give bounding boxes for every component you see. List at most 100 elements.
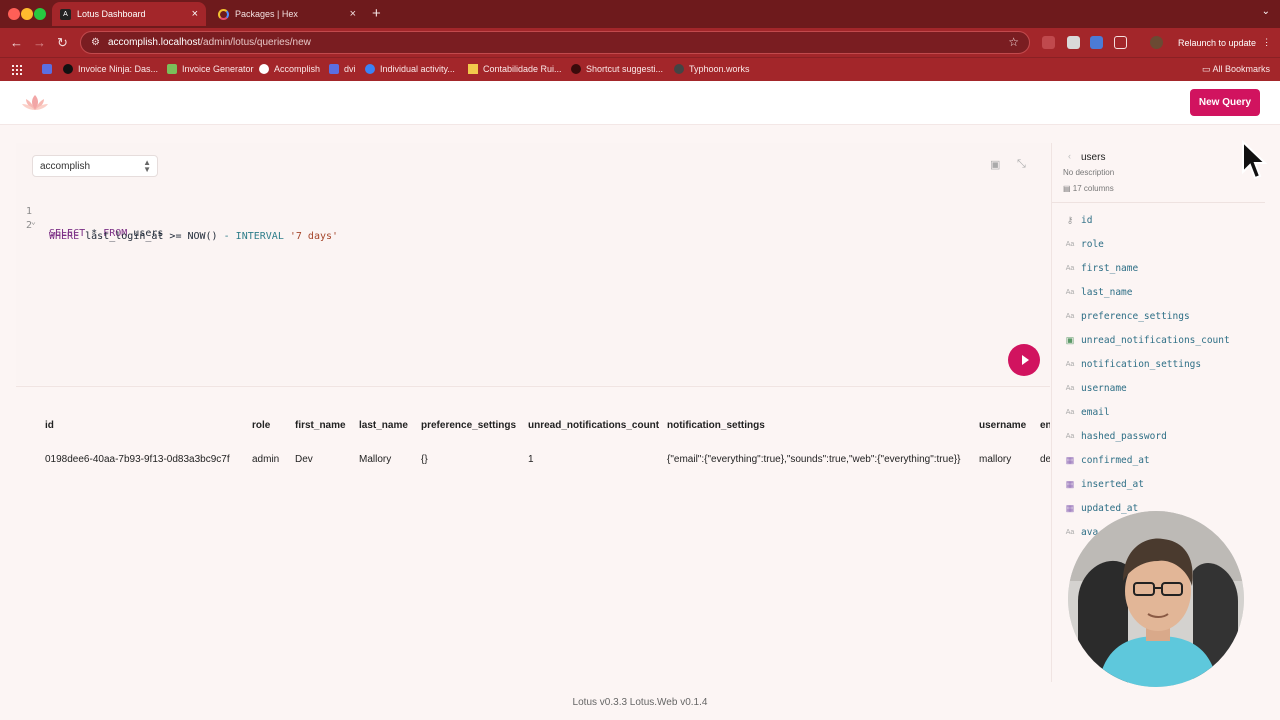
table-cell: 1 [528, 454, 534, 465]
bookmark-favicon-icon [167, 64, 177, 74]
date-type-icon: ▦ [1065, 502, 1075, 513]
collapse-icon[interactable]: ⤡ [1017, 158, 1026, 171]
column-header[interactable]: notification_settings [667, 420, 765, 431]
column-header[interactable]: role [252, 420, 270, 431]
text-type-icon: Aa [1065, 360, 1075, 368]
all-bookmarks-label: All Bookmarks [1212, 64, 1270, 74]
browser-toolbar: ← → ↻ ⚙ accomplish.localhost/admin/lotus… [0, 28, 1280, 57]
run-query-button[interactable] [1008, 344, 1040, 376]
bookmark-item[interactable] [42, 64, 57, 74]
bookmark-item[interactable]: Invoice Generator [167, 64, 254, 74]
bookmark-label: Individual activity... [380, 64, 455, 74]
line-number: 2 [25, 220, 32, 231]
column-header[interactable]: username [979, 420, 1026, 431]
folder-icon: ▭ [1201, 64, 1213, 74]
column-header[interactable]: last_name [359, 420, 408, 431]
bookmark-item[interactable]: Accomplish [259, 64, 320, 74]
extension-b-icon[interactable] [1090, 36, 1103, 49]
schema-column-item[interactable]: Aa username [1052, 379, 1265, 397]
schema-column-item[interactable]: Aa last_name [1052, 283, 1265, 301]
browser-tab-strip: A Lotus Dashboard × Packages | Hex × + ⌄ [0, 0, 1280, 28]
window-zoom-button[interactable] [34, 8, 46, 20]
tab-close-icon[interactable]: × [192, 8, 198, 20]
lotus-favicon-icon: A [60, 8, 71, 20]
mouse-pointer-icon [1242, 140, 1268, 180]
column-header[interactable]: unread_notifications_count [528, 420, 659, 431]
results-table: id role first_name last_name preference_… [16, 386, 1050, 682]
tab-packages-hex[interactable]: Packages | Hex × [210, 2, 364, 26]
bookmark-item[interactable]: dvi [329, 64, 356, 74]
kebab-menu-icon[interactable]: ⋮ [1262, 37, 1271, 48]
tab-lotus-dashboard[interactable]: A Lotus Dashboard × [52, 2, 206, 26]
column-header[interactable]: first_name [295, 420, 346, 431]
apps-grid-icon[interactable] [12, 65, 22, 75]
table-cell: 0198dee6-40aa-7b93-9f13-0d83a3bc9c7f [45, 454, 230, 465]
webcam-overlay [1068, 511, 1244, 687]
bookmark-item[interactable]: Contabilidade Rui... [468, 64, 562, 74]
extensions-icon[interactable] [1114, 36, 1127, 49]
url-host: accomplish.localhost [107, 37, 201, 48]
extension-pin-icon[interactable] [1042, 36, 1055, 49]
bookmark-item[interactable]: Typhoon.works [674, 64, 750, 74]
schema-column-item[interactable]: ▣ unread_notifications_count [1052, 331, 1265, 349]
table-cell: mallory [979, 454, 1012, 465]
new-query-button[interactable]: New Query [1190, 89, 1260, 116]
column-name: last_name [1081, 286, 1133, 298]
column-name: inserted_at [1081, 478, 1144, 490]
reload-icon[interactable]: ↻ [57, 35, 68, 50]
text-type-icon: Aa [1065, 240, 1075, 248]
tab-close-icon[interactable]: × [350, 8, 356, 20]
layout-toggle-icon[interactable]: ▣ [990, 158, 1000, 171]
database-select[interactable]: accomplish ▲ ▼ [32, 155, 158, 177]
column-name: updated_at [1081, 502, 1139, 514]
schema-column-item[interactable]: Aa hashed_password [1052, 427, 1265, 445]
profile-avatar-icon[interactable] [1150, 36, 1163, 49]
schema-column-item[interactable]: ⚷ id [1052, 211, 1265, 229]
bookmark-label: Typhoon.works [689, 64, 750, 74]
key-icon: ⚷ [1066, 214, 1074, 225]
column-header[interactable]: id [45, 420, 54, 431]
schema-column-item[interactable]: Aa preference_settings [1052, 307, 1265, 325]
code-line: 1 ⌄ SELECT * FROM users [16, 195, 1016, 239]
all-bookmarks-folder[interactable]: ▭ All Bookmarks [1202, 64, 1270, 75]
bookmark-item[interactable]: Shortcut suggesti... [571, 64, 663, 74]
date-type-icon: ▦ [1065, 454, 1075, 465]
bookmark-item[interactable]: Invoice Ninja: Das... [63, 64, 158, 74]
chevron-left-icon[interactable]: ‹ [1068, 151, 1071, 161]
tab-title: Packages | Hex [235, 9, 298, 19]
table-info: ‹ users No description ▤ 17 columns [1052, 143, 1265, 203]
column-header[interactable]: preference_settings [421, 420, 516, 431]
tab-title: Lotus Dashboard [77, 9, 146, 19]
column-header[interactable]: en [1040, 420, 1050, 431]
bookmark-star-icon[interactable]: ☆ [1008, 35, 1019, 49]
play-icon [1021, 355, 1029, 365]
schema-column-item[interactable]: ▦ confirmed_at [1052, 451, 1265, 469]
extension-puzzle-a-icon[interactable] [1067, 36, 1080, 49]
schema-column-item[interactable]: Aa role [1052, 235, 1265, 253]
bookmark-favicon-icon [468, 64, 478, 74]
table-cell: admin [252, 454, 280, 465]
back-arrow-icon[interactable]: ← [10, 35, 23, 50]
table-cell: {} [421, 454, 428, 465]
schema-column-item[interactable]: Aa first_name [1052, 259, 1265, 277]
bookmark-label: Invoice Generator [182, 64, 254, 74]
text-type-icon: Aa [1065, 384, 1075, 392]
lotus-logo-icon[interactable] [20, 93, 50, 113]
tab-search-chevron-icon[interactable]: ⌄ [1262, 6, 1270, 17]
new-tab-icon[interactable]: + [372, 5, 381, 22]
column-name: id [1081, 214, 1093, 226]
relaunch-to-update-button[interactable]: Relaunch to update ⋮ [1172, 33, 1277, 52]
address-bar[interactable]: ⚙ accomplish.localhost/admin/lotus/queri… [80, 31, 1030, 54]
table-cell: Dev [295, 454, 313, 465]
site-info-icon[interactable]: ⚙ [91, 37, 100, 48]
schema-column-item[interactable]: Aa email [1052, 403, 1265, 421]
schema-column-item[interactable]: Aa notification_settings [1052, 355, 1265, 373]
window-close-button[interactable] [8, 8, 20, 20]
window-minimize-button[interactable] [21, 8, 33, 20]
bookmark-favicon-icon [329, 64, 339, 74]
sql-editor[interactable]: 1 ⌄ SELECT * FROM users 2 WHERE last_log… [16, 192, 1050, 242]
bookmark-item[interactable]: Individual activity... [365, 64, 455, 74]
text-type-icon: Aa [1065, 408, 1075, 416]
forward-arrow-icon[interactable]: → [33, 35, 46, 50]
schema-column-item[interactable]: ▦ inserted_at [1052, 475, 1265, 493]
